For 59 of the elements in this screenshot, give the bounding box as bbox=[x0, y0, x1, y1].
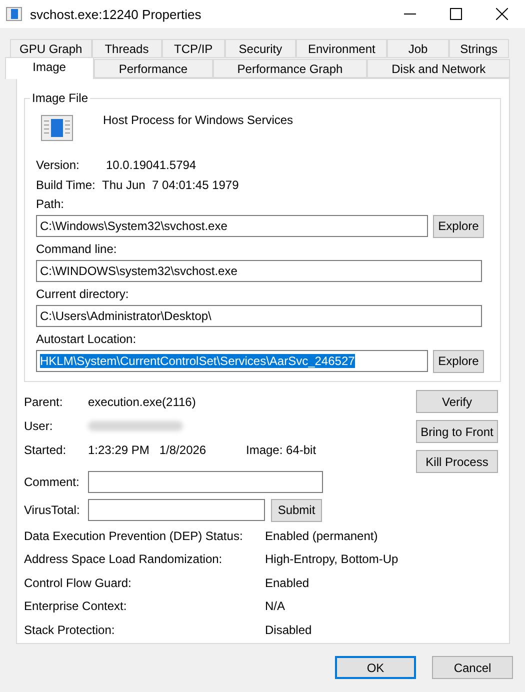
tab[interactable]: Threads bbox=[92, 39, 162, 58]
property-value: Enabled (permanent) bbox=[265, 528, 378, 543]
action-button[interactable]: Verify bbox=[416, 390, 498, 413]
field-label: Command line: bbox=[36, 241, 118, 258]
property-label: Control Flow Guard: bbox=[24, 576, 132, 590]
cancel-button[interactable]: Cancel bbox=[432, 656, 513, 679]
build-time-value: Thu Jun 7 04:01:45 1979 bbox=[102, 178, 239, 192]
text-field[interactable]: HKLM\System\CurrentControlSet\Services\AarSvc_246527 bbox=[36, 350, 428, 372]
field-label: User: bbox=[24, 419, 54, 433]
text-field[interactable]: C:\Users\Administrator\Desktop\ bbox=[36, 305, 482, 327]
action-button[interactable]: Kill Process bbox=[416, 450, 498, 473]
tab[interactable]: Performance bbox=[94, 59, 213, 78]
tab[interactable]: Security bbox=[224, 39, 296, 58]
field-label: Current directory: bbox=[36, 286, 130, 303]
text-field[interactable]: C:\WINDOWS\system32\svchost.exe bbox=[36, 260, 482, 282]
tab[interactable]: Job bbox=[387, 39, 449, 58]
field-label: Comment: bbox=[24, 475, 80, 489]
field-label: Started: bbox=[24, 443, 68, 457]
explore-button[interactable]: Explore bbox=[433, 214, 484, 238]
tab[interactable]: GPU Graph bbox=[10, 39, 92, 58]
field-label: VirusTotal: bbox=[24, 503, 81, 517]
minimize-icon[interactable] bbox=[404, 13, 416, 15]
maximize-icon[interactable] bbox=[450, 8, 462, 20]
property-value: N/A bbox=[265, 599, 286, 614]
action-button[interactable]: Bring to Front bbox=[416, 420, 498, 443]
image-bitness: Image: 64-bit bbox=[246, 443, 316, 457]
tab[interactable]: Image bbox=[5, 57, 94, 79]
property-value: Disabled bbox=[265, 622, 312, 637]
tab[interactable]: Performance Graph bbox=[212, 59, 368, 78]
property-label: Address Space Load Randomization: bbox=[24, 552, 224, 566]
tab[interactable]: Strings bbox=[448, 39, 509, 58]
property-label: Stack Protection: bbox=[24, 622, 116, 637]
property-label: Data Execution Prevention (DEP) Status: bbox=[24, 528, 244, 543]
app-icon bbox=[6, 7, 22, 21]
field-label: Parent: bbox=[24, 395, 64, 409]
property-value: High-Entropy, Bottom-Up bbox=[265, 552, 398, 566]
ok-button[interactable]: OK bbox=[335, 656, 416, 679]
field-label: Path: bbox=[36, 196, 66, 213]
file-description: Host Process for Windows Services bbox=[103, 113, 294, 127]
tab[interactable]: TCP/IP bbox=[162, 39, 225, 58]
virustotal-field[interactable] bbox=[88, 499, 265, 521]
parent-value: execution.exe(2116) bbox=[88, 395, 196, 409]
field-label: Autostart Location: bbox=[36, 331, 138, 348]
comment-field[interactable] bbox=[88, 471, 323, 493]
group-title: Image File bbox=[31, 91, 90, 105]
application-icon bbox=[41, 115, 73, 141]
property-label: Enterprise Context: bbox=[24, 599, 128, 614]
text-field[interactable]: C:\Windows\System32\svchost.exe bbox=[36, 215, 428, 237]
close-icon[interactable] bbox=[496, 8, 508, 20]
explore-button[interactable]: Explore bbox=[433, 350, 484, 372]
submit-button[interactable]: Submit bbox=[271, 498, 322, 522]
version-value: 10.0.19041.5794 bbox=[106, 158, 196, 172]
field-label: Build Time: bbox=[36, 178, 96, 192]
property-value: Enabled bbox=[265, 576, 310, 590]
tab[interactable]: Disk and Network bbox=[367, 59, 510, 78]
tab[interactable]: Environment bbox=[296, 39, 388, 58]
window-title: svchost.exe:12240 Properties bbox=[30, 6, 202, 22]
field-label: Version: bbox=[36, 158, 80, 172]
started-value: 1:23:29 PM 1/8/2026 bbox=[88, 443, 208, 457]
